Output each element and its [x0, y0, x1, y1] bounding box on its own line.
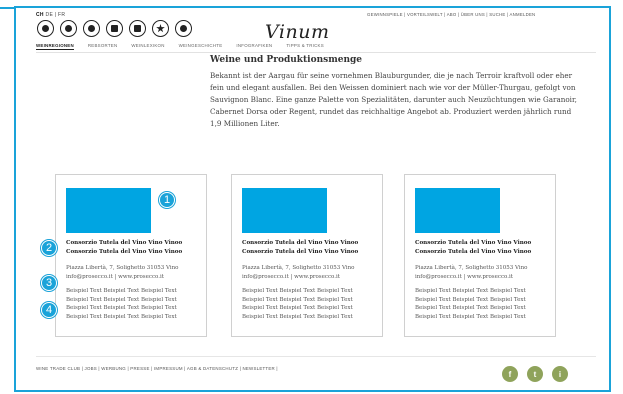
twitter-icon[interactable]: t — [527, 366, 543, 382]
globe-icon[interactable] — [60, 20, 77, 37]
producer-address: Piazza Libertà, 7, Solighetto 31053 Vino… — [415, 265, 528, 280]
annotation-marker-3: 3 — [41, 275, 57, 291]
section-intro: Bekannt ist der Aargau für seine vornehm… — [210, 71, 577, 128]
nav-item-rebsorten[interactable]: REBSORTEN — [88, 43, 118, 50]
producer-image[interactable] — [66, 188, 151, 233]
producer-card[interactable]: Consorzio Tutela del Vino Vino Vinoo Cons… — [231, 174, 383, 337]
book-icon[interactable] — [129, 20, 146, 37]
annotation-marker-4: 4 — [41, 302, 57, 318]
instagram-icon[interactable]: i — [552, 366, 568, 382]
language-others[interactable]: DE | FR — [46, 12, 66, 18]
producer-description: Beispiel Text Beispiel Text Beispiel Tex… — [415, 288, 526, 320]
nav-item-infografiken[interactable]: INFOGRAFIKEN — [236, 43, 272, 50]
producer-address: Piazza Libertà, 7, Solighetto 31053 Vino… — [242, 265, 355, 280]
producer-card[interactable]: Consorzio Tutela del Vino Vino Vinoo Cons… — [55, 174, 207, 337]
footer-links[interactable]: WINE TRADE CLUB | JOBS | WERBUNG | PRESS… — [36, 366, 278, 371]
bottle-icon[interactable] — [106, 20, 123, 37]
producer-image[interactable] — [415, 188, 500, 233]
nav-item-weinlexikon[interactable]: WEINLEXIKON — [131, 43, 164, 50]
annotation-marker-1: 1 — [159, 192, 175, 208]
producer-title[interactable]: Consorzio Tutela del Vino Vino Vinoo Cons… — [242, 239, 382, 257]
section-title: Weine und Produktionsmenge — [210, 55, 363, 65]
footer-divider — [36, 356, 596, 357]
nav-item-tipps-tricks[interactable]: TIPPS & TRICKS — [286, 43, 324, 50]
producer-title[interactable]: Consorzio Tutela del Vino Vino Vinoo Cons… — [66, 239, 206, 257]
nav-item-weinregionen[interactable]: WEINREGIONEN — [36, 43, 74, 50]
producer-description: Beispiel Text Beispiel Text Beispiel Tex… — [66, 288, 177, 320]
annotation-marker-2: 2 — [41, 240, 57, 256]
producer-address: Piazza Libertà, 7, Solighetto 31053 Vino… — [66, 265, 179, 280]
social-links: f t i — [502, 366, 568, 382]
facebook-icon[interactable]: f — [502, 366, 518, 382]
nav-item-weingeschichte[interactable]: WEINGESCHICHTE — [179, 43, 223, 50]
nav-divider — [36, 52, 596, 53]
language-active[interactable]: CH — [36, 12, 44, 18]
site-logo[interactable]: Vinum — [265, 21, 329, 43]
main-nav: WEINREGIONEN REBSORTEN WEINLEXIKON WEING… — [36, 43, 324, 50]
producer-image[interactable] — [242, 188, 327, 233]
wine-glass-icon[interactable] — [37, 20, 54, 37]
star-icon[interactable] — [152, 20, 169, 37]
chef-hat-icon[interactable] — [175, 20, 192, 37]
category-icons — [37, 20, 192, 37]
producer-title[interactable]: Consorzio Tutela del Vino Vino Vinoo Cons… — [415, 239, 555, 257]
frame-connector — [0, 7, 15, 9]
top-menu[interactable]: GEWINNSPIELE | VORTEILSWELT | ABO | ÜBER… — [367, 12, 595, 17]
language-switcher[interactable]: CH DE | FR — [36, 12, 65, 18]
producer-card[interactable]: Consorzio Tutela del Vino Vino Vinoo Cons… — [404, 174, 556, 337]
grape-icon[interactable] — [83, 20, 100, 37]
producer-description: Beispiel Text Beispiel Text Beispiel Tex… — [242, 288, 353, 320]
